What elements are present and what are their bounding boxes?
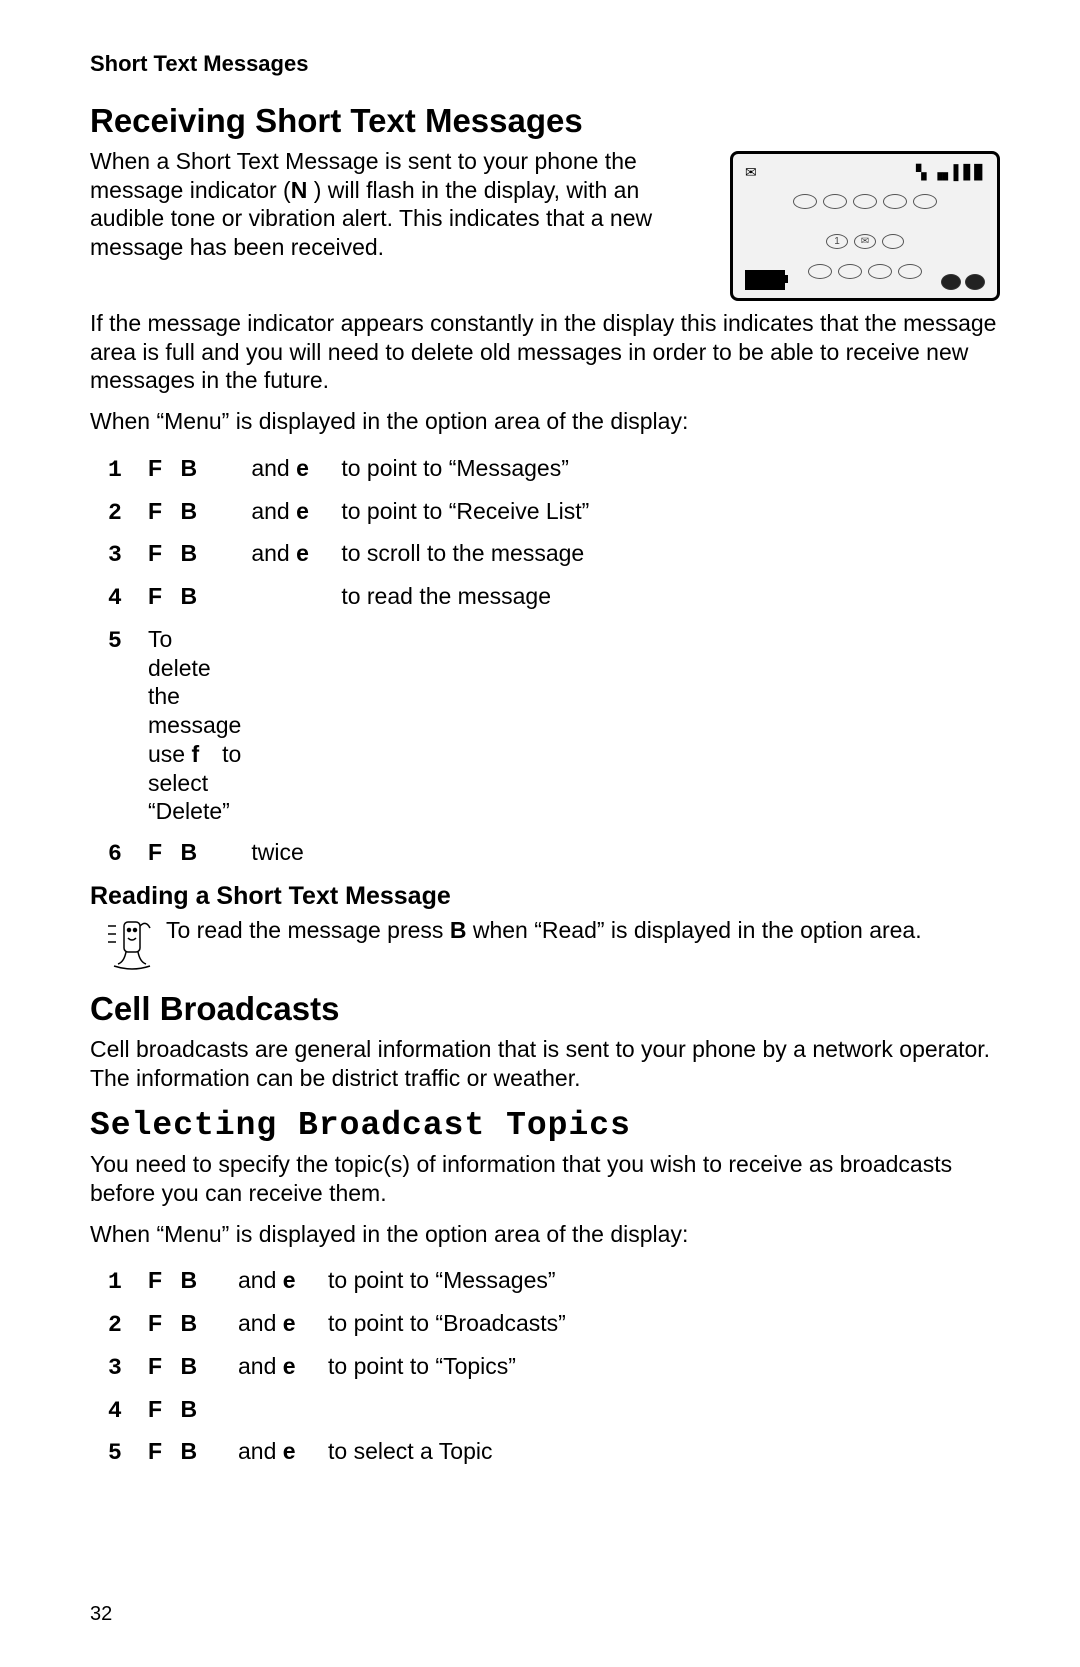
reading-tip: To read the message press B when “Read” … [166,916,922,978]
selecting-steps: 1F Band eto point to “Messages” 2F Band … [108,1260,576,1474]
section1-steps: 1F Band eto point to “Messages” 2F Band … [108,448,599,875]
chapter-title: Short Text Messages [90,50,1000,78]
message-icon: ✉ [745,164,757,182]
battery-icon [745,270,785,290]
tip-mascot-icon [96,916,166,978]
selecting-heading: Selecting Broadcast Topics [90,1105,1000,1146]
section2-para: Cell broadcasts are general information … [90,1035,1000,1093]
selecting-lead: When “Menu” is displayed in the option a… [90,1220,1000,1249]
section1-heading: Receiving Short Text Messages [90,100,1000,141]
section2-heading: Cell Broadcasts [90,988,1000,1029]
page-number: 32 [90,1602,112,1627]
selecting-para: You need to specify the topic(s) of info… [90,1150,1000,1208]
phone-display-figure: ✉ ▝▖▗▖▌▋▊ 1✉ [730,151,1000,301]
signal-icon: ▝▖▗▖▌▋▊ [910,164,985,182]
section1-para2: If the message indicator appears constan… [90,309,1000,395]
reading-heading: Reading a Short Text Message [90,881,1000,912]
section1-lead: When “Menu” is displayed in the option a… [90,407,1000,436]
